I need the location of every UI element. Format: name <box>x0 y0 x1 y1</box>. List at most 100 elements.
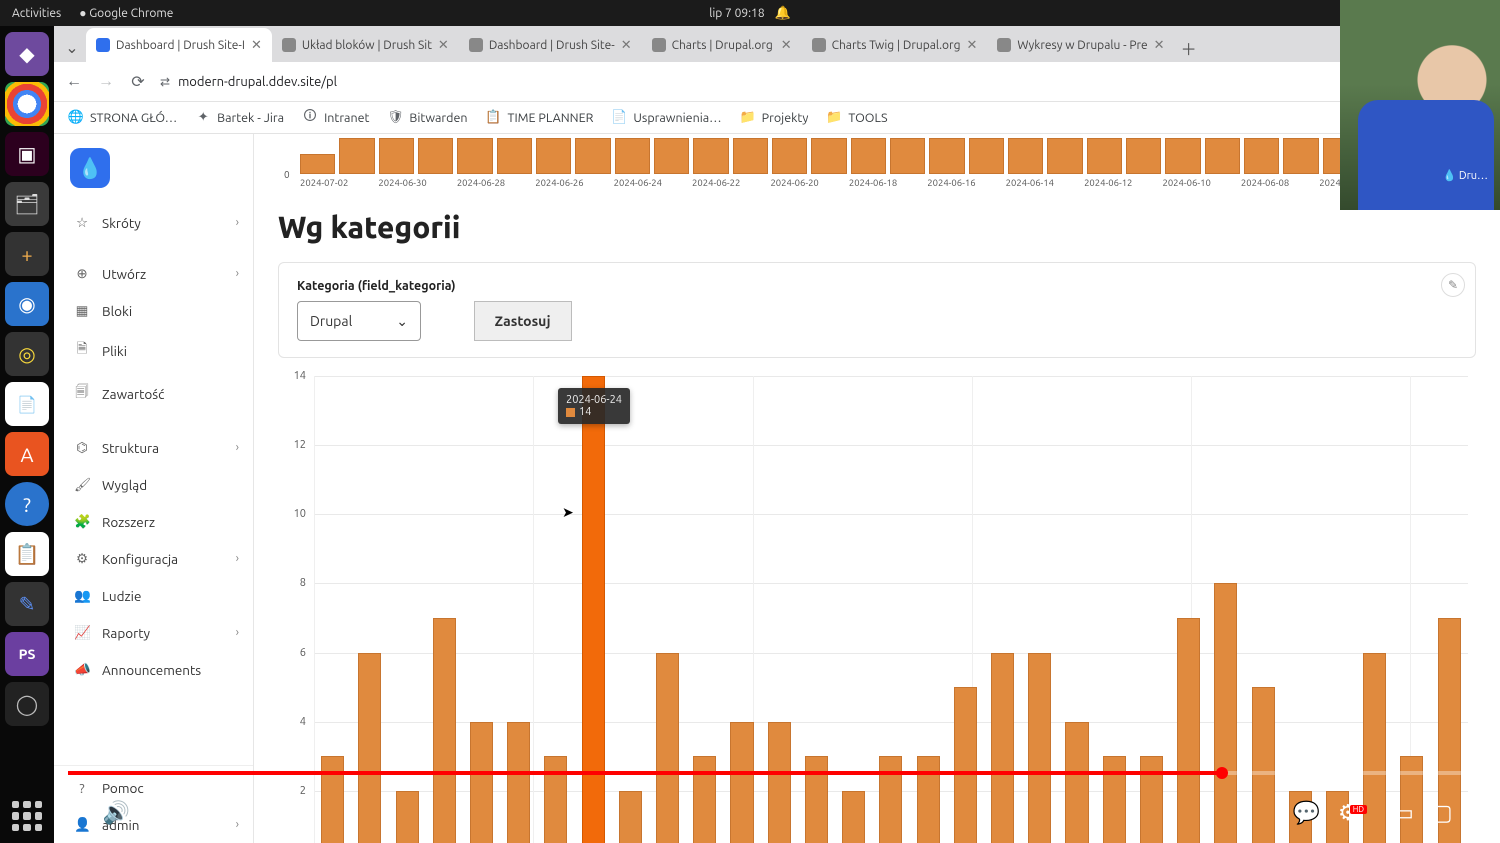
mini-bar[interactable] <box>497 138 532 174</box>
mini-bar[interactable] <box>615 138 650 174</box>
video-progress[interactable] <box>68 771 1486 775</box>
fullscreen-button[interactable]: ⛶ <box>1471 800 1486 826</box>
close-tab-icon[interactable]: ✕ <box>621 38 632 53</box>
volume-button[interactable]: 🔊 <box>103 800 130 826</box>
dock-chrome[interactable] <box>5 82 49 126</box>
site-info-icon[interactable]: ⇄ <box>160 75 170 89</box>
sidebar-item-icon: ⌬ <box>74 439 90 456</box>
reload-button[interactable]: ⟳ <box>128 72 148 91</box>
address-bar[interactable]: ⇄ modern-drupal.ddev.site/pl <box>160 75 337 89</box>
bookmark-item[interactable]: 🌐STRONA GŁÓ… <box>68 110 177 126</box>
close-tab-icon[interactable]: ✕ <box>251 38 262 53</box>
bookmark-item[interactable]: 📁TOOLS <box>826 110 887 126</box>
mini-bar[interactable] <box>1283 138 1318 174</box>
sidebar-item[interactable]: 🗐Zawartość <box>54 372 253 415</box>
theater-button[interactable]: ▢ <box>1432 800 1453 826</box>
sidebar-item[interactable]: 🖌Wygląd <box>54 466 253 503</box>
edit-pencil-icon[interactable]: ✎ <box>1441 273 1465 297</box>
url-text: modern-drupal.ddev.site/pl <box>178 75 337 89</box>
activities-button[interactable]: Activities <box>12 7 61 20</box>
mini-bar[interactable] <box>811 138 846 174</box>
dock-help[interactable]: ? <box>5 482 49 526</box>
apply-button[interactable]: Zastosuj <box>474 301 572 341</box>
mini-bar[interactable] <box>300 154 335 174</box>
new-tab-button[interactable]: ＋ <box>1175 34 1203 62</box>
show-applications[interactable] <box>6 795 48 837</box>
browser-tab[interactable]: Charts | Drupal.org✕ <box>642 28 802 62</box>
bookmark-item[interactable]: 📄Usprawnienia… <box>611 110 721 126</box>
subtitles-button[interactable]: 💬 <box>1293 800 1320 826</box>
mini-bar[interactable] <box>1205 138 1240 174</box>
dock-obs[interactable]: ◯ <box>5 682 49 726</box>
bookmark-item[interactable]: 🛈Intranet <box>302 110 369 126</box>
sidebar-item[interactable]: 🧩Rozszerz <box>54 503 253 540</box>
sidebar-item[interactable]: ⊕Utwórz› <box>54 255 253 292</box>
sidebar-item[interactable]: 🗎Pliki <box>54 329 253 372</box>
dock-app-6[interactable]: ◉ <box>5 282 49 326</box>
dock-gedit[interactable]: ✎ <box>5 582 49 626</box>
back-button[interactable]: ← <box>64 72 84 91</box>
mini-bar[interactable] <box>575 138 610 174</box>
bookmark-item[interactable]: ✦Bartek - Jira <box>195 110 284 126</box>
miniplayer-button[interactable]: ▭ <box>1393 800 1414 826</box>
drupal-logo-icon[interactable]: 💧 <box>70 148 110 188</box>
dock-phpstorm[interactable]: PS <box>5 632 49 676</box>
dock-files[interactable]: 🗂 <box>5 182 49 226</box>
close-tab-icon[interactable]: ✕ <box>781 38 792 53</box>
mini-bar[interactable] <box>536 138 571 174</box>
dock-software[interactable]: A <box>5 432 49 476</box>
close-tab-icon[interactable]: ✕ <box>967 38 978 53</box>
dock-app-5[interactable]: + <box>5 232 49 276</box>
mini-bar[interactable] <box>1126 138 1161 174</box>
dock-app-1[interactable]: ◆ <box>5 32 49 76</box>
sidebar-item-label: Struktura <box>102 440 159 456</box>
dock-rhythmbox[interactable]: ◎ <box>5 332 49 376</box>
sidebar-item-icon: ⚙ <box>74 550 90 567</box>
sidebar-item[interactable]: ▦Bloki <box>54 292 253 329</box>
bell-icon[interactable]: 🔔 <box>775 6 791 21</box>
mini-x-label: 2024-06-24 <box>614 177 692 188</box>
mini-bar[interactable] <box>379 138 414 174</box>
bookmark-item[interactable]: 📋TIME PLANNER <box>486 110 594 126</box>
mini-bar[interactable] <box>733 138 768 174</box>
sidebar-item[interactable]: 📣Announcements <box>54 651 253 688</box>
mini-bar[interactable] <box>1047 138 1082 174</box>
mini-bar[interactable] <box>1087 138 1122 174</box>
mini-bar[interactable] <box>418 138 453 174</box>
mini-bar[interactable] <box>969 138 1004 174</box>
dock-writer[interactable]: 📄 <box>5 382 49 426</box>
mini-bar[interactable] <box>851 138 886 174</box>
bookmark-item[interactable]: 🛡Bitwarden <box>387 110 467 126</box>
play-button[interactable]: ▶ <box>68 800 85 826</box>
settings-button[interactable]: ⚙HD <box>1338 800 1375 826</box>
browser-tab[interactable]: Układ bloków | Drush Sit✕ <box>272 28 459 62</box>
sidebar-item[interactable]: ⚙Konfiguracja› <box>54 540 253 577</box>
mini-bar[interactable] <box>929 138 964 174</box>
bookmark-item[interactable]: 📁Projekty <box>740 110 809 126</box>
mini-bar[interactable] <box>1008 138 1043 174</box>
search-tabs-button[interactable]: ⌄ <box>58 32 86 62</box>
close-tab-icon[interactable]: ✕ <box>438 38 449 53</box>
mini-bar[interactable] <box>890 138 925 174</box>
mini-bar[interactable] <box>772 138 807 174</box>
browser-tab[interactable]: Charts Twig | Drupal.org✕ <box>802 28 988 62</box>
mini-bar[interactable] <box>654 138 689 174</box>
close-tab-icon[interactable]: ✕ <box>1154 38 1165 53</box>
sidebar-item[interactable]: 📈Raporty› <box>54 614 253 651</box>
browser-tab[interactable]: Wykresy w Drupalu - Pre✕ <box>987 28 1174 62</box>
category-select[interactable]: Drupal ⌄ <box>297 301 421 341</box>
mini-bar[interactable] <box>457 138 492 174</box>
mini-bar[interactable] <box>1165 138 1200 174</box>
sidebar-item[interactable]: 👥Ludzie <box>54 577 253 614</box>
browser-tab[interactable]: Dashboard | Drush Site-I✕ <box>86 28 272 62</box>
sidebar-item[interactable]: ☆Skróty› <box>54 204 253 241</box>
mini-bar[interactable] <box>339 138 374 174</box>
presenter-webcam: 💧 Dru… <box>1340 0 1500 210</box>
forward-button[interactable]: → <box>96 72 116 91</box>
mini-bar[interactable] <box>1244 138 1279 174</box>
browser-tab[interactable]: Dashboard | Drush Site-✕ <box>459 28 642 62</box>
mini-bar[interactable] <box>693 138 728 174</box>
sidebar-item[interactable]: ⌬Struktura› <box>54 429 253 466</box>
dock-app-11[interactable]: 📋 <box>5 532 49 576</box>
dock-terminal[interactable]: ▣ <box>5 132 49 176</box>
